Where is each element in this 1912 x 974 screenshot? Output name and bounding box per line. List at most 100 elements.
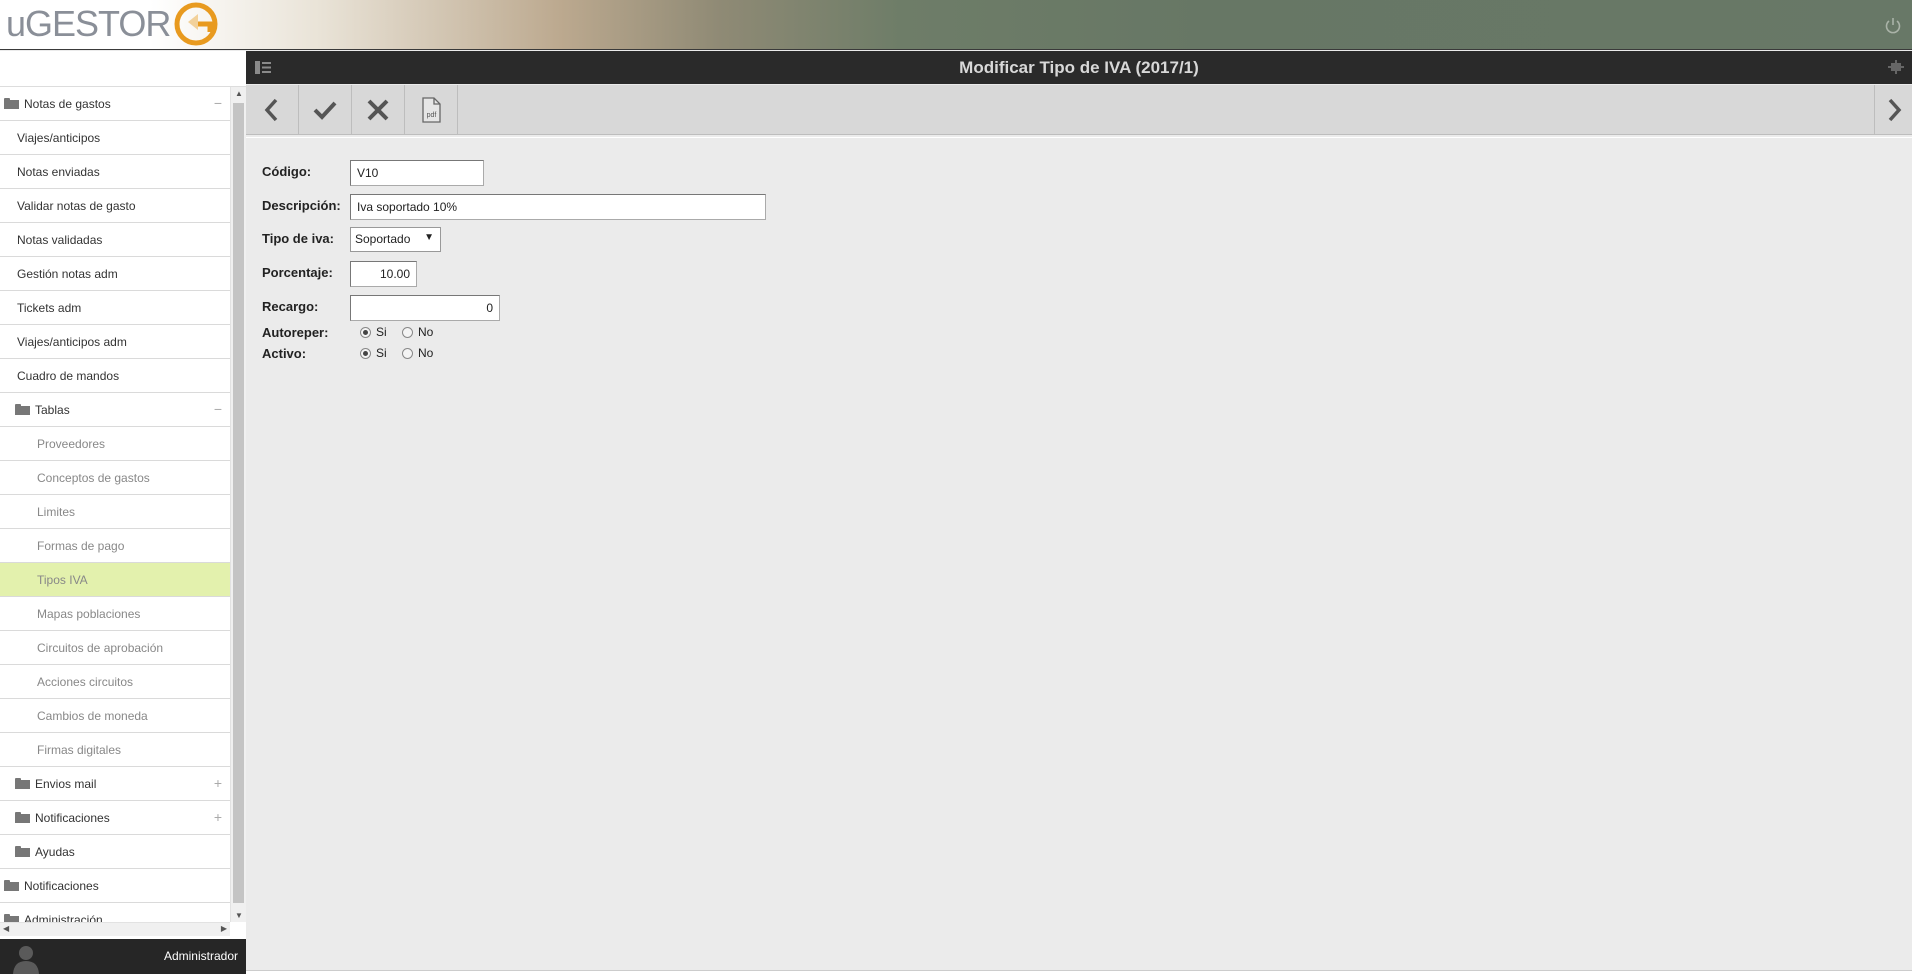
pdf-label: pdf — [427, 112, 437, 119]
activo-no-radio[interactable]: No — [402, 346, 433, 360]
top-banner: uGESTOR — [0, 0, 1912, 50]
pdf-button[interactable]: pdf — [405, 85, 458, 135]
sidebar-horizontal-scrollbar[interactable]: ◀ ▶ — [0, 922, 230, 936]
app-logo: uGESTOR — [6, 2, 218, 46]
autoreper-no-radio[interactable]: No — [402, 325, 433, 339]
sidebar-item-label: Acciones circuitos — [37, 674, 134, 689]
expand-icon[interactable]: + — [214, 775, 222, 791]
sidebar-group-notificaciones[interactable]: Notificaciones — [0, 869, 230, 903]
sidebar-item-label: Tablas — [35, 402, 70, 417]
radio-unselected-icon — [402, 326, 413, 338]
sidebar-item-formas-de-pago[interactable]: Formas de pago — [0, 529, 230, 563]
scrollbar-thumb[interactable] — [233, 103, 244, 903]
sidebar-item-viajes-anticipos[interactable]: Viajes/anticipos — [0, 121, 230, 155]
tipo-iva-select[interactable]: Soportado ▼ — [350, 227, 441, 252]
collapse-icon[interactable]: − — [214, 401, 222, 417]
sidebar-item-mapas-poblaciones[interactable]: Mapas poblaciones — [0, 597, 230, 631]
folder-icon — [4, 914, 19, 922]
toolbar-divider — [246, 137, 1912, 138]
sidebar-item-label: Cuadro de mandos — [17, 368, 120, 383]
dropdown-arrow-icon: ▼ — [424, 232, 434, 243]
scroll-left-icon[interactable]: ◀ — [3, 924, 9, 933]
codigo-input[interactable] — [350, 160, 484, 186]
scroll-up-icon[interactable]: ▲ — [235, 89, 243, 98]
scroll-right-icon[interactable]: ▶ — [221, 924, 227, 933]
settings-icon[interactable] — [1888, 60, 1904, 74]
user-name[interactable]: Administrador — [164, 949, 238, 963]
sidebar-item-validar-notas-de-gasto[interactable]: Validar notas de gasto — [0, 189, 230, 223]
sidebar-item-label: Envios mail — [35, 776, 97, 791]
toolbar: pdf — [246, 85, 1912, 135]
sidebar-item-label: Notas enviadas — [17, 164, 100, 179]
sidebar-item-notas-validadas[interactable]: Notas validadas — [0, 223, 230, 257]
sidebar-item-conceptos-de-gastos[interactable]: Conceptos de gastos — [0, 461, 230, 495]
sidebar-group-ayudas[interactable]: Ayudas — [0, 835, 230, 869]
sidebar-item-label: Proveedores — [37, 436, 106, 451]
sidebar-item-label: Tickets adm — [17, 300, 82, 315]
sidebar-group-envios-mail[interactable]: Envios mail + — [0, 767, 230, 801]
radio-unselected-icon — [402, 347, 413, 359]
back-button[interactable] — [246, 85, 299, 135]
porcentaje-input[interactable] — [350, 261, 417, 287]
expand-icon[interactable]: + — [214, 809, 222, 825]
porcentaje-label: Porcentaje: — [262, 265, 333, 280]
sidebar: Notas de gastos − Viajes/anticipos Notas en… — [0, 51, 246, 974]
autoreper-label: Autoreper: — [262, 325, 329, 340]
sidebar-item-limites[interactable]: Limites — [0, 495, 230, 529]
accept-button[interactable] — [299, 85, 352, 135]
close-icon — [367, 99, 389, 121]
autoreper-si-radio[interactable]: Si — [360, 325, 387, 339]
activo-label: Activo: — [262, 346, 307, 361]
sidebar-item-cuadro-de-mandos[interactable]: Cuadro de mandos — [0, 359, 230, 393]
bottom-border — [246, 970, 1912, 974]
sidebar-group-notificaciones[interactable]: Notificaciones + — [0, 801, 230, 835]
sidebar-item-firmas-digitales[interactable]: Firmas digitales — [0, 733, 230, 767]
forward-button[interactable] — [1874, 85, 1912, 135]
radio-selected-icon — [360, 326, 371, 338]
folder-icon — [4, 880, 19, 891]
sidebar-item-circuitos-de-aprobacion[interactable]: Circuitos de aprobación — [0, 631, 230, 665]
page-title: Modificar Tipo de IVA (2017/1) — [959, 58, 1199, 77]
sidebar-item-notas-enviadas[interactable]: Notas enviadas — [0, 155, 230, 189]
scroll-down-icon[interactable]: ▼ — [235, 911, 243, 920]
sidebar-item-label: Notas validadas — [17, 232, 103, 247]
activo-si-radio[interactable]: Si — [360, 346, 387, 360]
sidebar-menu: Notas de gastos − Viajes/anticipos Notas en… — [0, 87, 230, 922]
sidebar-item-tipos-iva[interactable]: Tipos IVA — [0, 563, 230, 597]
sidebar-item-label: Validar notas de gasto — [17, 198, 136, 213]
avatar — [13, 946, 39, 974]
sidebar-group-tablas[interactable]: Tablas − — [0, 393, 230, 427]
sidebar-item-gestion-notas-adm[interactable]: Gestión notas adm — [0, 257, 230, 291]
collapse-icon[interactable]: − — [214, 95, 222, 111]
activo-no-label: No — [418, 346, 434, 360]
descripcion-input[interactable] — [350, 194, 766, 220]
sidebar-item-label: Circuitos de aprobación — [37, 640, 164, 655]
chevron-right-icon — [1888, 98, 1901, 122]
sidebar-item-label: Mapas poblaciones — [37, 606, 141, 621]
power-icon[interactable] — [1884, 16, 1902, 34]
sidebar-item-label: Formas de pago — [37, 538, 125, 553]
sidebar-item-tickets-adm[interactable]: Tickets adm — [0, 291, 230, 325]
sidebar-item-acciones-circuitos[interactable]: Acciones circuitos — [0, 665, 230, 699]
sidebar-item-label: Limites — [37, 504, 76, 519]
logo-text: uGESTOR — [6, 3, 171, 44]
sidebar-group-administracion[interactable]: Administración — [0, 903, 230, 922]
sidebar-item-label: Ayudas — [35, 844, 75, 859]
pdf-icon: pdf — [422, 97, 441, 123]
sidebar-item-label: Gestión notas adm — [17, 266, 118, 281]
sidebar-item-label: Cambios de moneda — [37, 708, 148, 723]
folder-icon — [15, 846, 30, 857]
sidebar-item-viajes-anticipos-adm[interactable]: Viajes/anticipos adm — [0, 325, 230, 359]
sidebar-header — [0, 51, 246, 87]
sidebar-item-label: Conceptos de gastos — [37, 470, 150, 485]
folder-icon — [4, 98, 19, 109]
sidebar-group-notas-de-gastos[interactable]: Notas de gastos − — [0, 87, 230, 121]
check-icon — [313, 101, 337, 120]
sidebar-item-proveedores[interactable]: Proveedores — [0, 427, 230, 461]
sidebar-item-cambios-de-moneda[interactable]: Cambios de moneda — [0, 699, 230, 733]
sidebar-vertical-scrollbar[interactable]: ▲ ▼ — [230, 87, 246, 922]
descripcion-label: Descripción: — [262, 198, 341, 213]
sidebar-item-label: Notificaciones — [24, 878, 99, 893]
recargo-input[interactable] — [350, 295, 500, 321]
cancel-button[interactable] — [352, 85, 405, 135]
